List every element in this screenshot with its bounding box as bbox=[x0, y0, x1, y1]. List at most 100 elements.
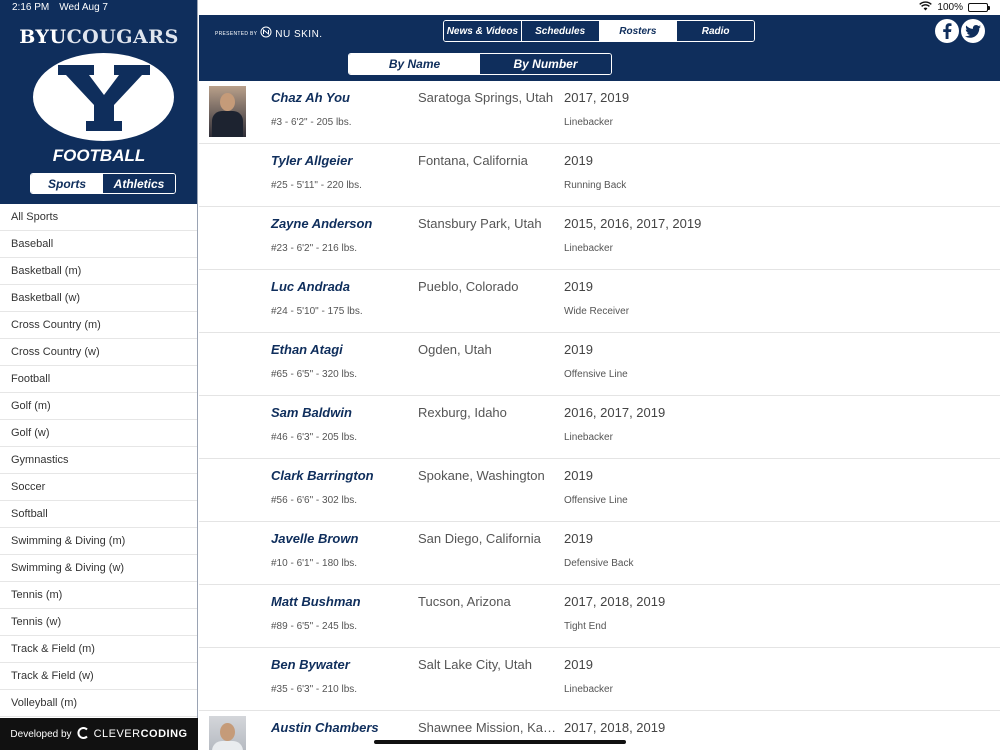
player-years: 2019 bbox=[564, 531, 593, 546]
sport-label: Soccer bbox=[11, 481, 46, 493]
player-stats: #25 - 5'11" - 220 lbs. bbox=[271, 180, 362, 191]
player-name: Tyler Allgeier bbox=[271, 153, 353, 168]
sport-list: All Sports Baseball Basketball (m) Basketba… bbox=[0, 204, 197, 717]
sidebar-item-sport[interactable]: Swimming & Diving (w) bbox=[0, 555, 197, 582]
sidebar-item-sport[interactable]: Basketball (w) bbox=[0, 285, 197, 312]
sport-label: Volleyball (m) bbox=[11, 697, 78, 709]
sport-label: Baseball bbox=[11, 238, 54, 250]
sidebar-item-sport[interactable]: Cross Country (m) bbox=[0, 312, 197, 339]
home-indicator[interactable] bbox=[374, 740, 626, 744]
footer-brand[interactable]: CLEVERCODING bbox=[94, 728, 188, 740]
footer-brand-clever: CLEVER bbox=[93, 728, 141, 740]
sidebar-item-sport[interactable]: Track & Field (m) bbox=[0, 636, 197, 663]
player-hometown: San Diego, California bbox=[418, 531, 541, 546]
sidebar-item-sport[interactable]: Basketball (m) bbox=[0, 258, 197, 285]
sort-toggle: By Name By Number bbox=[348, 53, 612, 75]
player-name: Matt Bushman bbox=[271, 594, 361, 609]
tab-news-videos[interactable]: News & Videos bbox=[444, 21, 522, 41]
brand-cougars: COUGARS bbox=[66, 26, 179, 48]
roster-row[interactable]: Sam Baldwin #46 - 6'3" - 205 lbs. Rexburg,… bbox=[199, 396, 1000, 459]
presented-by-label: PRESENTED BY bbox=[215, 31, 258, 37]
sidebar-item-sport[interactable]: Baseball bbox=[0, 231, 197, 258]
sort-bar: By Name By Number bbox=[199, 47, 1000, 81]
wifi-icon bbox=[919, 1, 933, 14]
sidebar-item-sport[interactable]: Swimming & Diving (m) bbox=[0, 528, 197, 555]
segment-athletics[interactable]: Athletics bbox=[103, 174, 175, 193]
sport-label: Track & Field (w) bbox=[11, 670, 94, 682]
player-years: 2016, 2017, 2019 bbox=[564, 405, 666, 420]
player-name: Ben Bywater bbox=[271, 657, 350, 672]
roster-row[interactable]: Chaz Ah You #3 - 6'2" - 205 lbs. Saratoga … bbox=[199, 81, 1000, 144]
tab-radio[interactable]: Radio bbox=[677, 21, 754, 41]
sidebar-item-sport[interactable]: Track & Field (w) bbox=[0, 663, 197, 690]
sport-label: Track & Field (m) bbox=[11, 643, 95, 655]
player-name: Austin Chambers bbox=[271, 720, 379, 735]
status-right: 100% bbox=[919, 1, 990, 14]
battery-icon bbox=[968, 3, 990, 12]
facebook-icon[interactable] bbox=[935, 19, 959, 43]
sort-by-name[interactable]: By Name bbox=[349, 54, 480, 74]
sidebar-item-sport[interactable]: Football bbox=[0, 366, 197, 393]
roster-list: Chaz Ah You #3 - 6'2" - 205 lbs. Saratoga … bbox=[199, 81, 1000, 750]
brand-wordmark: BYUCOUGARS bbox=[0, 26, 198, 48]
sidebar-item-sport[interactable]: Cross Country (w) bbox=[0, 339, 197, 366]
status-left: 2:16 PM Wed Aug 7 bbox=[12, 2, 108, 13]
sidebar-item-sport[interactable]: Tennis (m) bbox=[0, 582, 197, 609]
player-stats: #65 - 6'5" - 320 lbs. bbox=[271, 369, 358, 380]
social-links bbox=[935, 19, 985, 43]
main-panel: PRESENTED BY NU SKIN. News & Videos Sche… bbox=[199, 0, 1000, 750]
player-position: Running Back bbox=[564, 180, 627, 191]
developer-footer: Developed by CLEVERCODING bbox=[0, 718, 198, 750]
player-stats: #23 - 6'2" - 216 lbs. bbox=[271, 243, 358, 254]
sport-label: Golf (m) bbox=[11, 400, 51, 412]
roster-row[interactable]: Clark Barrington #56 - 6'6" - 302 lbs. Spo… bbox=[199, 459, 1000, 522]
sport-label: Cross Country (m) bbox=[11, 319, 101, 331]
roster-row[interactable]: Matt Bushman #89 - 6'5" - 245 lbs. Tucson,… bbox=[199, 585, 1000, 648]
tab-schedules[interactable]: Schedules bbox=[521, 21, 600, 41]
player-hometown: Rexburg, Idaho bbox=[418, 405, 507, 420]
player-name: Javelle Brown bbox=[271, 531, 359, 546]
sponsor-name: NU SKIN. bbox=[275, 28, 323, 40]
sidebar-item-sport[interactable]: Golf (w) bbox=[0, 420, 197, 447]
sidebar-item-sport[interactable]: Soccer bbox=[0, 474, 197, 501]
sidebar-item-sport[interactable]: Tennis (w) bbox=[0, 609, 197, 636]
player-years: 2017, 2019 bbox=[564, 90, 630, 105]
sport-label: Softball bbox=[11, 508, 48, 520]
footer-brand-coding: CODING bbox=[140, 728, 188, 740]
player-name: Luc Andrada bbox=[271, 279, 350, 294]
roster-row[interactable]: Ben Bywater #35 - 6'3" - 210 lbs. Salt Lak… bbox=[199, 648, 1000, 711]
player-hometown: Fontana, California bbox=[418, 153, 528, 168]
tab-rosters[interactable]: Rosters bbox=[599, 21, 678, 41]
twitter-icon[interactable] bbox=[961, 19, 985, 43]
player-years: 2017, 2018, 2019 bbox=[564, 594, 666, 609]
player-position: Linebacker bbox=[564, 684, 613, 695]
player-position: Offensive Line bbox=[564, 369, 628, 380]
sidebar-item-sport[interactable]: Gymnastics bbox=[0, 447, 197, 474]
player-name: Sam Baldwin bbox=[271, 405, 352, 420]
roster-row[interactable]: Tyler Allgeier #25 - 5'11" - 220 lbs. Font… bbox=[199, 144, 1000, 207]
player-hometown: Shawnee Mission, Kansas bbox=[418, 720, 558, 735]
segment-sports[interactable]: Sports bbox=[31, 174, 103, 193]
sidebar-item-sport[interactable]: Golf (m) bbox=[0, 393, 197, 420]
player-hometown: Spokane, Washington bbox=[418, 468, 545, 483]
sort-by-number[interactable]: By Number bbox=[480, 54, 611, 74]
sport-label: Golf (w) bbox=[11, 427, 50, 439]
sport-label: Swimming & Diving (w) bbox=[11, 562, 125, 574]
roster-row[interactable]: Javelle Brown #10 - 6'1" - 180 lbs. San Di… bbox=[199, 522, 1000, 585]
player-hometown: Stansbury Park, Utah bbox=[418, 216, 542, 231]
photo-head bbox=[220, 93, 235, 111]
roster-row[interactable]: Zayne Anderson #23 - 6'2" - 216 lbs. Stans… bbox=[199, 207, 1000, 270]
sidebar-item-sport[interactable]: Volleyball (m) bbox=[0, 690, 197, 717]
sport-label: Football bbox=[11, 373, 51, 385]
footer-developed-by: Developed by bbox=[10, 728, 72, 740]
player-hometown: Pueblo, Colorado bbox=[418, 279, 519, 294]
roster-row[interactable]: Austin Chambers Shawnee Mission, Kansas 20… bbox=[199, 711, 1000, 750]
roster-row[interactable]: Luc Andrada #24 - 5'10" - 175 lbs. Pueblo,… bbox=[199, 270, 1000, 333]
sidebar-item-sport[interactable]: Softball bbox=[0, 501, 197, 528]
player-name: Chaz Ah You bbox=[271, 90, 350, 105]
clevercoding-logo-icon bbox=[77, 726, 89, 742]
roster-row[interactable]: Ethan Atagi #65 - 6'5" - 320 lbs. Ogden, U… bbox=[199, 333, 1000, 396]
player-years: 2019 bbox=[564, 657, 593, 672]
sidebar-item-sport[interactable]: All Sports bbox=[0, 204, 197, 231]
player-hometown: Salt Lake City, Utah bbox=[418, 657, 532, 672]
